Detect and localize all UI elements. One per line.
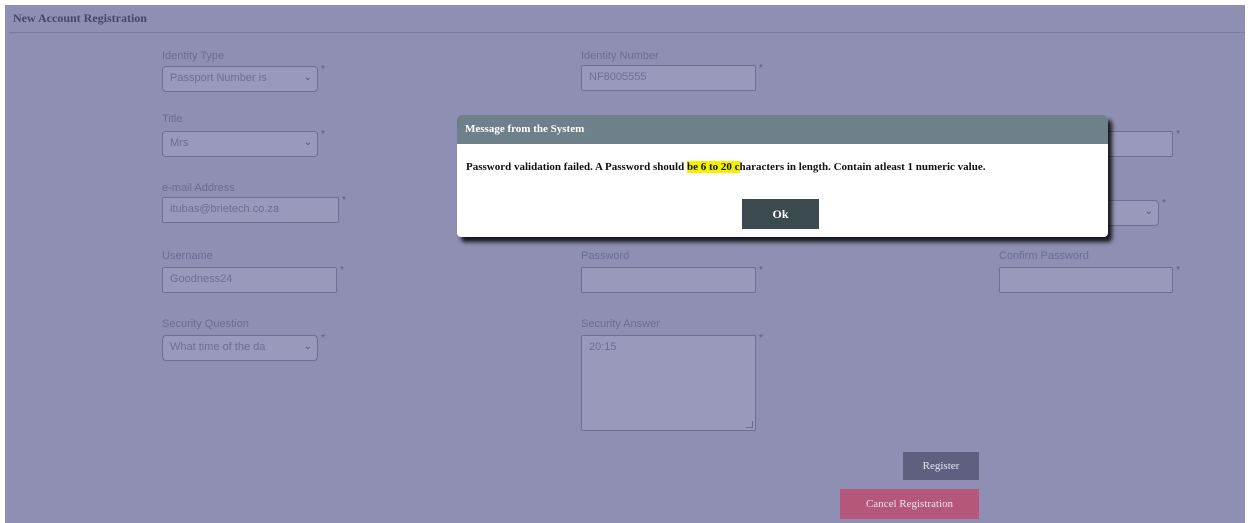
username-input[interactable]: Goodness24 xyxy=(162,267,337,293)
register-button[interactable]: Register xyxy=(903,452,979,480)
resize-handle-icon[interactable] xyxy=(746,421,753,428)
cancel-registration-button[interactable]: Cancel Registration xyxy=(840,489,979,519)
dialog-message-end: haracters in length. Contain atleast 1 n… xyxy=(739,161,986,173)
chevron-down-icon: ⌄ xyxy=(1144,206,1153,217)
identity-number-input[interactable]: NF8005555 xyxy=(581,65,756,91)
ok-button[interactable]: Ok xyxy=(742,199,819,229)
required-marker: * xyxy=(1176,265,1180,276)
dialog-title: Message from the System xyxy=(457,115,1108,144)
dialog-message-highlight: be 6 to 20 c xyxy=(686,161,740,173)
dialog-message: Password validation failed. A Password s… xyxy=(466,161,985,173)
security-answer-textarea[interactable]: 20:15 xyxy=(581,335,756,431)
identity-type-label: Identity Type xyxy=(162,50,225,62)
required-marker: * xyxy=(1162,198,1166,209)
required-marker: * xyxy=(321,64,325,75)
registration-page: New Account Registration Identity Type P… xyxy=(5,5,1245,523)
security-answer-label: Security Answer xyxy=(581,318,660,330)
page-title: New Account Registration xyxy=(13,11,147,25)
title-select[interactable]: Mrs ⌄ xyxy=(162,131,318,157)
required-marker: * xyxy=(759,63,763,74)
chevron-down-icon: ⌄ xyxy=(303,341,312,352)
identity-type-select[interactable]: Passport Number is ⌄ xyxy=(162,66,318,92)
title-value: Mrs xyxy=(170,137,189,149)
security-answer-value: 20:15 xyxy=(589,341,617,353)
required-marker: * xyxy=(759,333,763,344)
security-question-label: Security Question xyxy=(162,318,249,330)
confirm-password-label: Confirm Password xyxy=(999,250,1089,262)
chevron-down-icon: ⌄ xyxy=(303,137,312,148)
required-marker: * xyxy=(342,195,346,206)
email-input[interactable]: itubas@brietech.co.za xyxy=(162,197,339,223)
title-divider xyxy=(9,32,1245,33)
dialog-message-start: Password validation failed. A Password s… xyxy=(466,161,687,173)
required-marker: * xyxy=(1176,129,1180,140)
required-marker: * xyxy=(321,129,325,140)
password-label: Password xyxy=(581,250,630,262)
email-label: e-mail Address xyxy=(162,182,235,194)
system-message-dialog: Message from the System Password validat… xyxy=(457,115,1108,237)
required-marker: * xyxy=(340,265,344,276)
chevron-down-icon: ⌄ xyxy=(303,72,312,83)
identity-number-label: Identity Number xyxy=(581,50,659,62)
security-question-value: What time of the da xyxy=(170,341,266,353)
required-marker: * xyxy=(759,265,763,276)
confirm-password-input[interactable] xyxy=(999,267,1173,293)
title-label: Title xyxy=(162,113,183,125)
identity-type-value: Passport Number is xyxy=(170,72,267,84)
required-marker: * xyxy=(321,333,325,344)
password-input[interactable] xyxy=(581,267,756,293)
security-question-select[interactable]: What time of the da ⌄ xyxy=(162,335,318,361)
username-label: Username xyxy=(162,250,213,262)
